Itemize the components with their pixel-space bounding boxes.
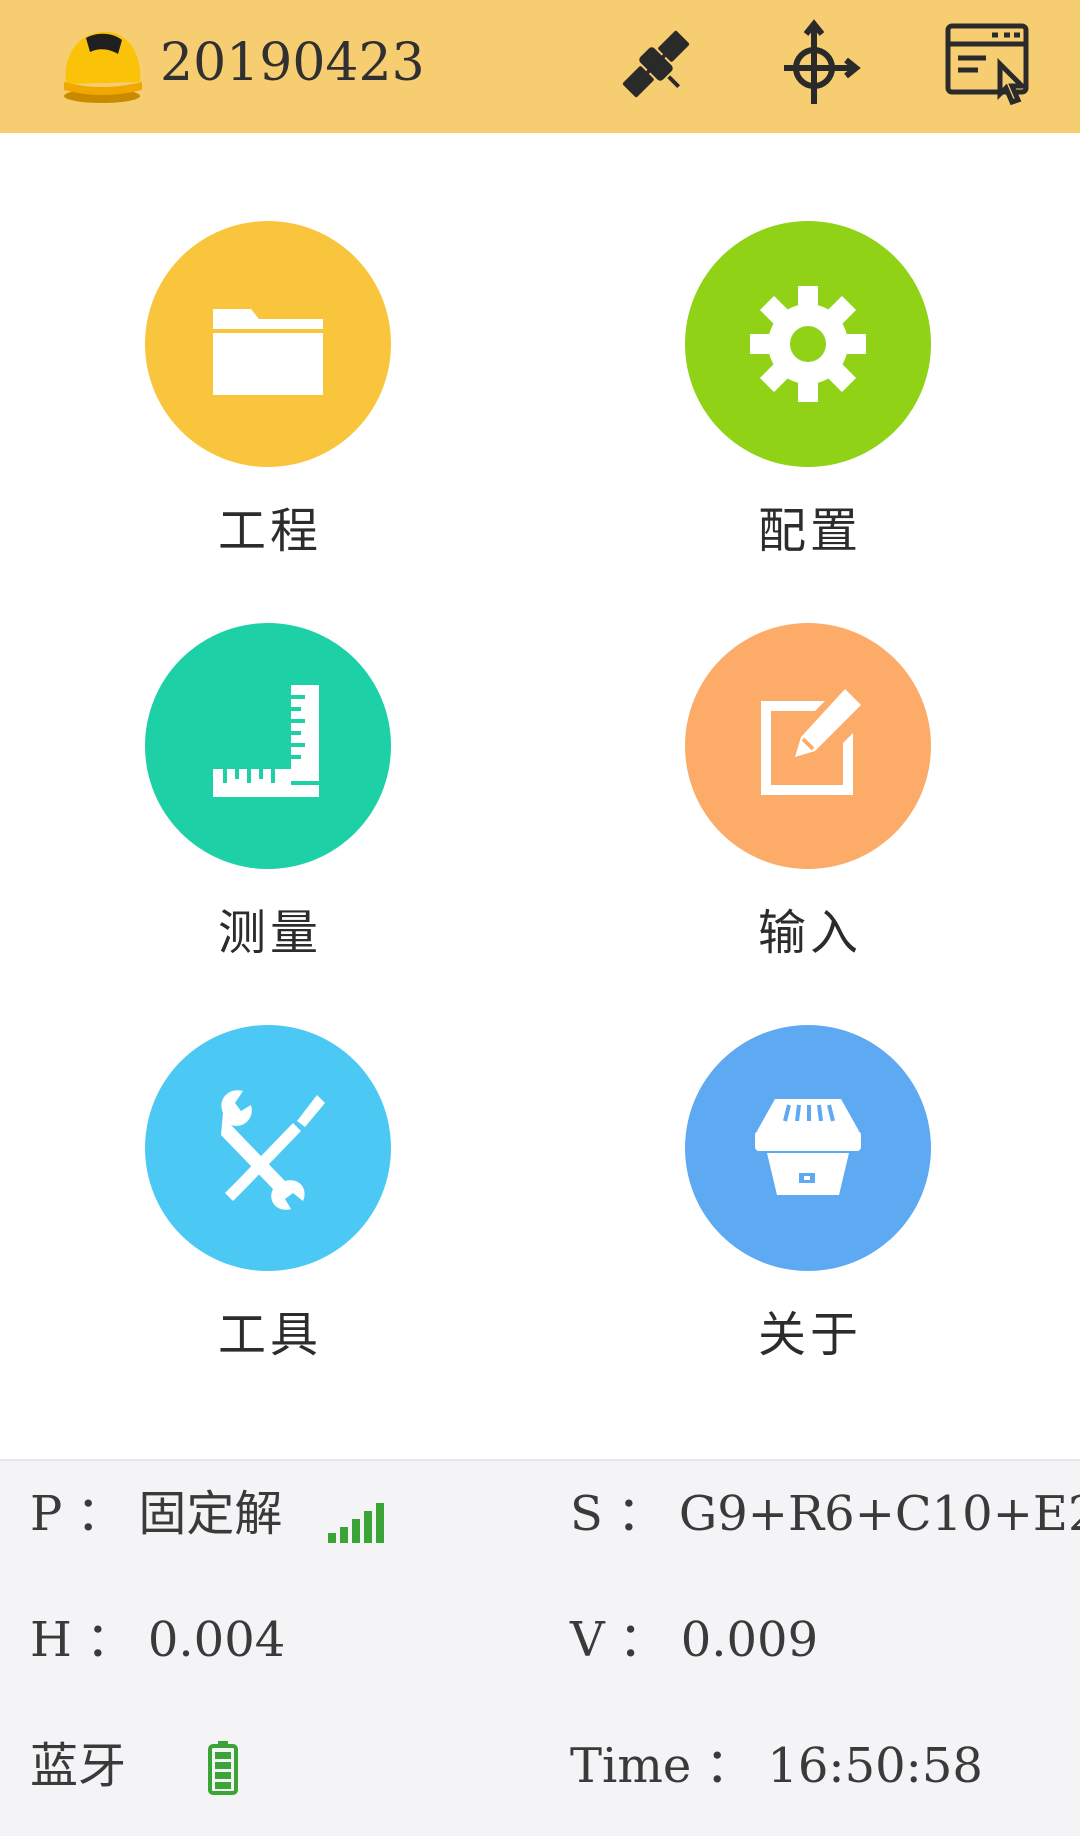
tools-icon <box>221 1090 325 1210</box>
battery-icon <box>208 1741 238 1795</box>
menu-item-input[interactable]: 输入 <box>610 623 1010 983</box>
h-value: 0.004 <box>147 1612 286 1668</box>
position-label: P <box>30 1486 63 1542</box>
helmet-icon[interactable] <box>56 22 146 106</box>
bluetooth-status[interactable]: 蓝牙 <box>30 1736 126 1796</box>
h-label: H <box>30 1612 72 1668</box>
menu-item-config[interactable]: 配置 <box>610 221 1010 581</box>
folder-icon <box>213 309 323 395</box>
signal-strength-icon <box>328 1503 384 1543</box>
target-arrow-button[interactable] <box>772 16 868 112</box>
bluetooth-label: 蓝牙 <box>30 1738 127 1794</box>
receiver-icon <box>755 1099 861 1195</box>
satellite-button[interactable] <box>608 16 704 112</box>
input-icon-circle[interactable] <box>685 623 931 869</box>
gear-icon <box>750 286 866 402</box>
satellites-value: G9+R6+C10+E2 <box>678 1486 1080 1542</box>
menu-item-project[interactable]: 工程 <box>70 221 470 581</box>
edit-icon <box>761 689 861 795</box>
v-label: V <box>570 1612 605 1668</box>
time-status: Time： 16:50:58 <box>570 1736 983 1796</box>
project-icon-circle[interactable] <box>145 221 391 467</box>
window-pointer-icon <box>945 23 1029 106</box>
satellites-status: S： G9+R6+C10+E2 <box>570 1484 1080 1544</box>
menu-item-label: 工程 <box>217 503 322 559</box>
position-value: 固定解 <box>138 1486 283 1542</box>
target-arrow-icon <box>784 19 861 104</box>
tools-icon-circle[interactable] <box>145 1025 391 1271</box>
separator: ： <box>85 1612 134 1668</box>
ruler-icon <box>213 685 319 797</box>
vertical-precision: V： 0.009 <box>570 1610 818 1670</box>
config-icon-circle[interactable] <box>685 221 931 467</box>
project-name: 20190423 <box>160 33 425 93</box>
menu-item-label: 关于 <box>757 1307 862 1363</box>
menu-item-about[interactable]: 关于 <box>610 1025 1010 1385</box>
position-status: P：固定解 <box>30 1484 282 1544</box>
separator: ： <box>705 1738 754 1794</box>
menu-item-measure[interactable]: 测量 <box>70 623 470 983</box>
separator: ： <box>618 1612 667 1668</box>
v-value: 0.009 <box>680 1612 819 1668</box>
separator: ： <box>616 1486 665 1542</box>
satellite-icon <box>622 30 690 98</box>
menu-item-label: 输入 <box>757 905 862 961</box>
about-icon-circle[interactable] <box>685 1025 931 1271</box>
satellites-label: S <box>570 1486 603 1542</box>
menu-item-label: 测量 <box>217 905 322 961</box>
time-label: Time <box>570 1738 692 1794</box>
top-bar: 20190423 <box>0 0 1080 133</box>
measure-icon-circle[interactable] <box>145 623 391 869</box>
horizontal-precision: H： 0.004 <box>30 1610 285 1670</box>
menu-item-label: 配置 <box>757 503 862 559</box>
time-value: 16:50:58 <box>767 1738 983 1794</box>
main-menu-grid: 工程 配置 测量 输入 工具 关于 <box>0 133 1080 1459</box>
window-pointer-button[interactable] <box>940 16 1036 112</box>
status-panel: P：固定解 S： G9+R6+C10+E2 H： 0.004 V： 0.009 蓝牙 <box>0 1459 1080 1836</box>
separator: ： <box>76 1486 125 1542</box>
menu-item-tools[interactable]: 工具 <box>70 1025 470 1385</box>
menu-item-label: 工具 <box>217 1307 322 1363</box>
